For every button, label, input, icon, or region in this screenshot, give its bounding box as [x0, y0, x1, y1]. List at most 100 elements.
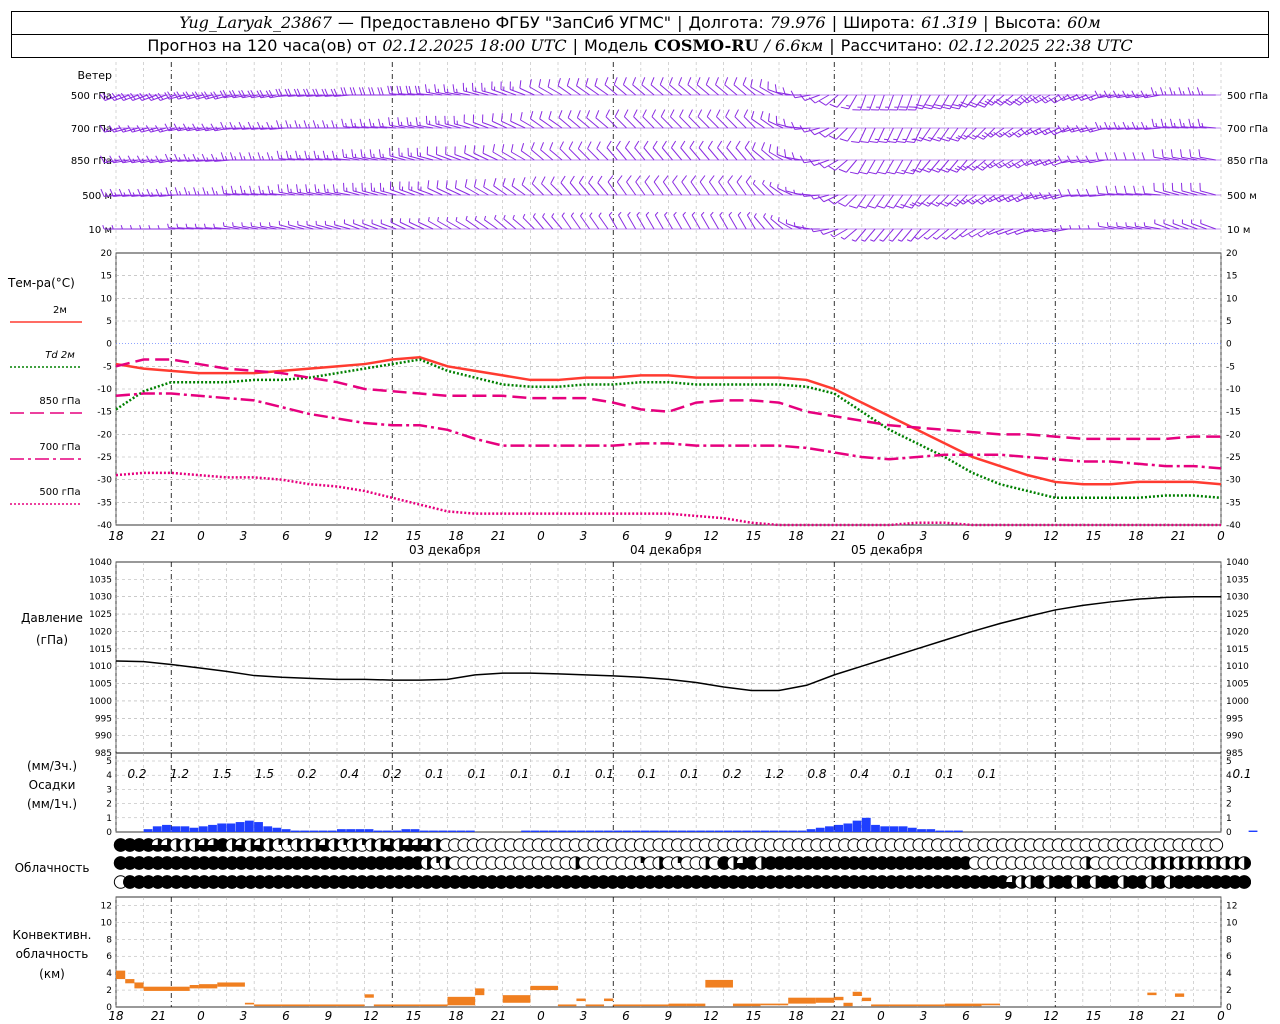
wind-barb-feather [1180, 149, 1183, 158]
wind-barb-feather [761, 142, 765, 150]
wind-barb-feather [942, 236, 946, 240]
convective-tick-right: 0 [1226, 1003, 1232, 1013]
wind-barb-feather [651, 109, 657, 117]
precipitation-3h-total: 0.2 [722, 767, 741, 781]
wind-barb-feather [967, 103, 976, 108]
wind-barb-feather [636, 211, 640, 216]
wind-barb-feather [289, 124, 292, 129]
hour-label: 6 [282, 529, 290, 543]
wind-barb [878, 94, 885, 111]
wind-barb-feather [589, 212, 593, 217]
wind-barb-feather [308, 154, 311, 159]
pressure-tick-left: 1025 [89, 610, 112, 620]
wind-barb-feather [1164, 91, 1167, 96]
wind-barb-feather [354, 122, 357, 127]
precipitation-bar [290, 830, 300, 832]
wind-barb-feather [1155, 91, 1158, 96]
wind-barb-feather [1143, 222, 1146, 227]
wind-barb [931, 94, 940, 110]
wind-barb-feather [1187, 87, 1192, 96]
hour-label: 15 [1086, 529, 1101, 543]
wind-barb-feather [271, 189, 274, 194]
wind-barb-feather [963, 134, 968, 138]
wind-barb [542, 216, 554, 230]
wind-barb-feather [717, 140, 723, 149]
wind-barb-feather [980, 199, 985, 203]
wind-barb-feather [391, 121, 394, 126]
temperature-tick-left: 20 [101, 249, 113, 259]
pressure-tick-left: 1035 [89, 575, 112, 585]
precipitation-bar [880, 826, 890, 832]
wind-barb-feather [1196, 87, 1201, 96]
wind-barb-feather [818, 100, 827, 106]
wind-barb-feather [1141, 152, 1146, 161]
wind-barb-feather [174, 187, 179, 196]
precipitation-3h-total: 0.1 [467, 767, 486, 781]
bottom-hour-label: 0 [1217, 1009, 1225, 1023]
wind-barb-feather [981, 134, 986, 138]
wind-barb-feather [406, 117, 409, 126]
wind-barb-feather [539, 111, 543, 119]
wind-barb-feather [570, 212, 575, 217]
wind-barb-feather [399, 85, 403, 94]
wind-barb [561, 215, 572, 230]
wind-barb-feather [326, 154, 329, 159]
convective-bar [686, 1003, 706, 1007]
hour-label: 0 [197, 529, 205, 543]
pressure-tick-left: 1010 [89, 662, 112, 672]
convective-bar [189, 985, 199, 989]
wind-barb-feather [860, 141, 869, 143]
precipitation-bar [659, 830, 669, 832]
wind-barb [893, 194, 904, 209]
wind-level-label: 850 гПа [71, 156, 112, 167]
wind-barb-feather [752, 179, 756, 184]
wind-barb-feather [396, 85, 400, 94]
wind-barb-feather [594, 78, 598, 86]
wind-barb-feather [1044, 130, 1048, 134]
wind-barb-feather [511, 178, 515, 186]
wind-barb [873, 228, 885, 242]
convective-bar [760, 1003, 789, 1006]
wind-barb-feather [830, 233, 834, 238]
wind-barb [627, 214, 637, 230]
bottom-hour-label: 18 [1128, 1009, 1144, 1023]
precipitation-bar [907, 827, 917, 832]
wind-barb-feather [978, 101, 987, 106]
wind-barb-feather [408, 85, 412, 94]
temperature-tick-left: 10 [101, 294, 113, 304]
wind-barb [681, 181, 692, 196]
precipitation-bar [732, 830, 742, 832]
wind-barb [642, 116, 655, 129]
wind-barb [532, 216, 544, 230]
convective-bar [889, 1004, 945, 1007]
wind-barb-feather [229, 152, 234, 161]
wind-barb-feather [949, 168, 958, 173]
wind-barb-feather [493, 178, 497, 186]
wind-barb [559, 148, 572, 161]
wind-barb [680, 147, 692, 161]
convective-bar [475, 988, 485, 996]
wind-barb-feather [950, 138, 959, 142]
wind-barb-feather [243, 156, 246, 161]
temperature-tick-right: 15 [1226, 272, 1237, 282]
temperature-tick-right: -30 [1226, 476, 1241, 486]
hour-label: 3 [240, 529, 248, 543]
wind-barb-feather [808, 97, 816, 104]
convective-tick-right: 2 [1226, 986, 1232, 996]
wind-barb-feather [303, 120, 308, 129]
wind-barb-feather [976, 103, 985, 108]
convective-bar [244, 1002, 255, 1005]
precipitation-bar [650, 830, 659, 832]
wind-barb-feather [626, 175, 632, 183]
wind-barb [835, 127, 848, 140]
wind-barb [541, 183, 554, 196]
wind-barb-feather [350, 118, 354, 127]
wind-barb-feather [165, 187, 169, 196]
bottom-hour-label: 3 [580, 1009, 588, 1023]
hour-label: 18 [788, 529, 804, 543]
precipitation-bar [272, 827, 282, 832]
wind-barb [699, 181, 710, 196]
precipitation-tick-right: 1 [1226, 814, 1232, 824]
wind-level-label-right: 500 гПа [1227, 91, 1268, 102]
wind-barb-feather [566, 78, 571, 86]
